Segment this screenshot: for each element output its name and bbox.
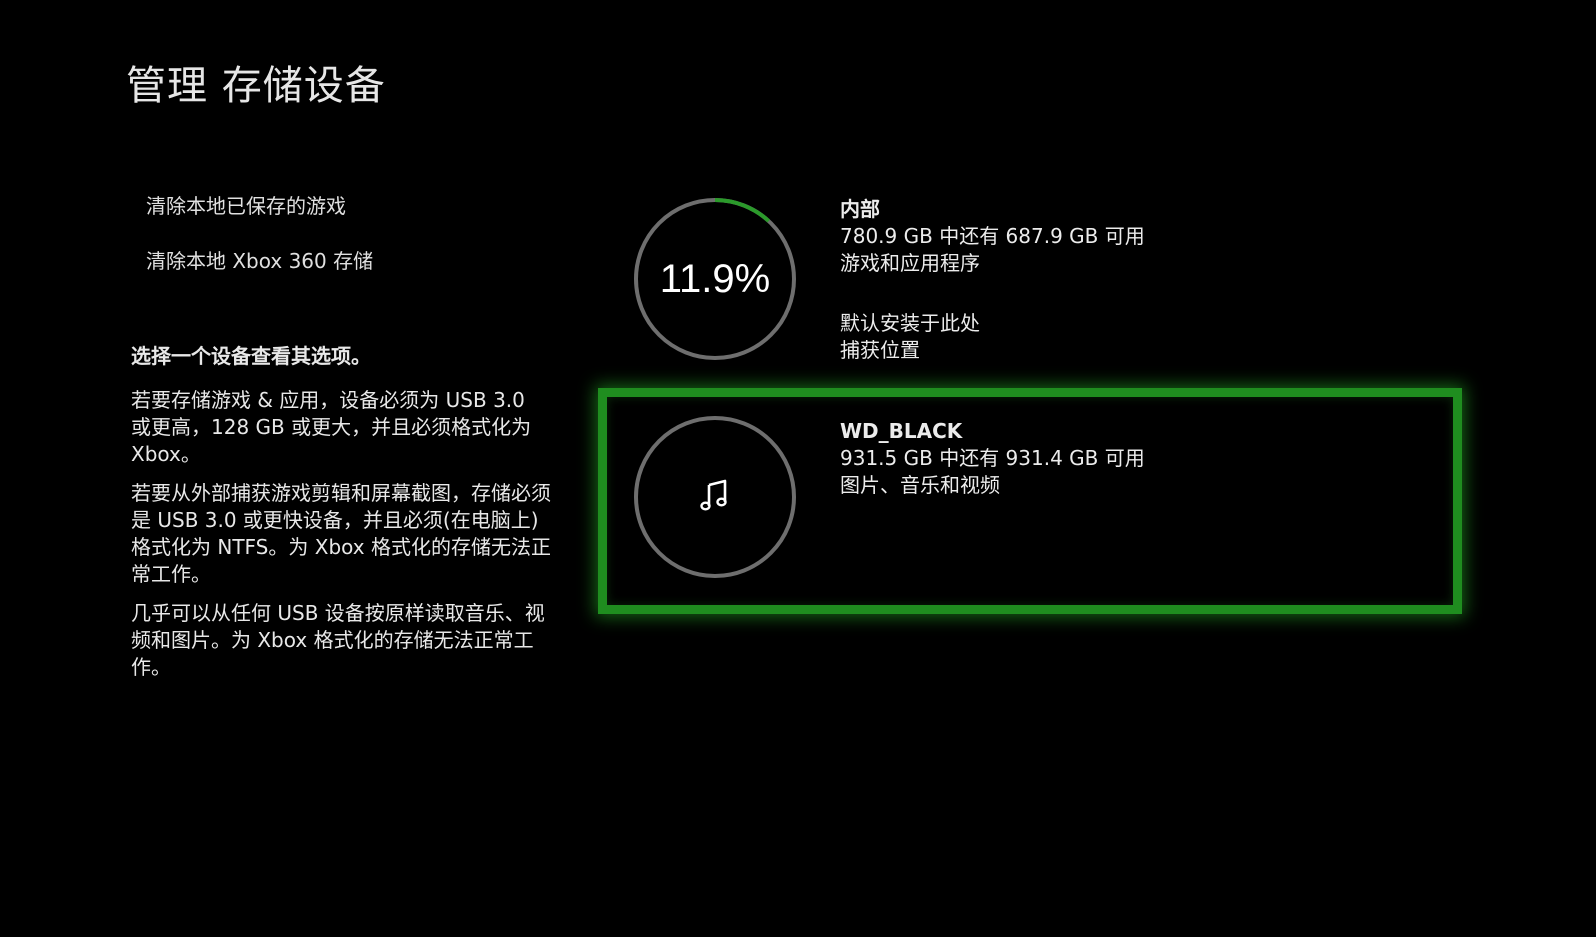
device-ring [633, 415, 797, 579]
device-info: 内部 780.9 GB 中还有 687.9 GB 可用 游戏和应用程序 默认安装… [840, 196, 1145, 364]
clear-xbox360-storage-button[interactable]: 清除本地 Xbox 360 存储 [140, 241, 379, 281]
info-panel: 选择一个设备查看其选项。 若要存储游戏 & 应用，设备必须为 USB 3.0 或… [131, 343, 551, 693]
usage-percent: 11.9% [659, 256, 771, 301]
music-note-icon [700, 479, 727, 511]
device-content-type: 游戏和应用程序 [840, 251, 980, 275]
info-paragraph: 几乎可以从任何 USB 设备按原样读取音乐、视频和图片。为 Xbox 格式化的存… [131, 601, 545, 679]
page-title: 管理 存储设备 [126, 63, 386, 109]
device-capacity: 931.5 GB 中还有 931.4 GB 可用 [840, 446, 1145, 470]
usage-ring: 11.9% [633, 197, 797, 361]
info-paragraph: 若要从外部捕获游戏剪辑和屏幕截图，存储必须是 USB 3.0 或更快设备，并且必… [131, 481, 551, 586]
storage-page: 管理 存储设备 清除本地已保存的游戏 清除本地 Xbox 360 存储 选择一个… [0, 0, 1596, 937]
device-content-type: 图片、音乐和视频 [840, 473, 1000, 497]
info-lead: 选择一个设备查看其选项。 [131, 344, 371, 368]
info-paragraph: 若要存储游戏 & 应用，设备必须为 USB 3.0 或更高，128 GB 或更大… [131, 388, 532, 466]
device-capacity: 780.9 GB 中还有 687.9 GB 可用 [840, 224, 1145, 248]
device-name: 内部 [840, 197, 880, 221]
device-wd-black[interactable]: WD_BLACK 931.5 GB 中还有 931.4 GB 可用 图片、音乐和… [598, 388, 1462, 614]
device-info: WD_BLACK 931.5 GB 中还有 931.4 GB 可用 图片、音乐和… [840, 418, 1145, 499]
device-internal[interactable]: 11.9% 内部 780.9 GB 中还有 687.9 GB 可用 游戏和应用程… [600, 190, 1460, 370]
clear-saved-games-button[interactable]: 清除本地已保存的游戏 [140, 186, 352, 226]
default-install-label: 默认安装于此处 [840, 311, 980, 335]
device-name: WD_BLACK [840, 419, 963, 443]
capture-location-label: 捕获位置 [840, 338, 920, 362]
